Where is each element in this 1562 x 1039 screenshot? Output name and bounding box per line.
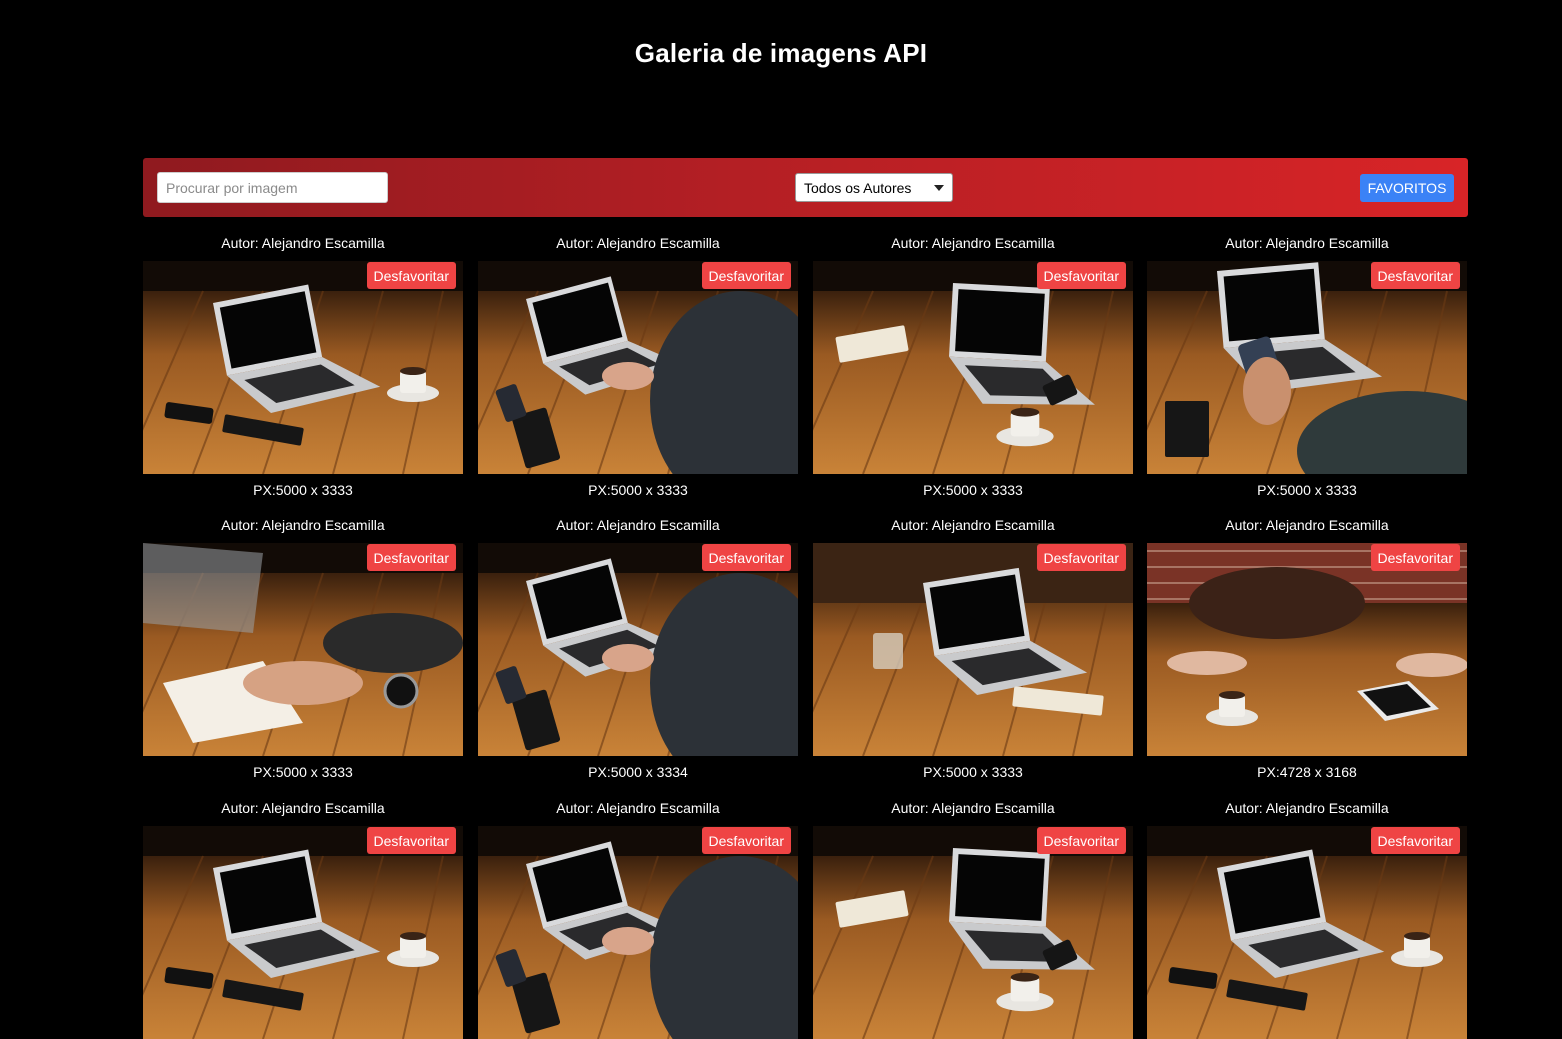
person-typing-on-laptop-photo	[478, 543, 798, 756]
hand-writing-notebook-photo	[143, 543, 463, 756]
gallery-image[interactable]: Desfavoritar	[1147, 261, 1467, 474]
card-author: Autor: Alejandro Escamilla	[221, 517, 385, 533]
filter-toolbar: Todos os Autores FAVORITOS	[143, 158, 1468, 217]
person-typing-on-laptop-photo	[478, 261, 798, 474]
favorites-button[interactable]: FAVORITOS	[1360, 174, 1454, 202]
image-dimensions: PX:5000 x 3333	[253, 764, 353, 780]
image-dimensions: PX:5000 x 3333	[253, 482, 353, 498]
image-dimensions: PX:5000 x 3333	[1257, 482, 1357, 498]
laptop-with-coffee-cup-photo	[813, 261, 1133, 474]
card-author: Autor: Alejandro Escamilla	[556, 517, 720, 533]
image-dimensions: PX:5000 x 3333	[923, 764, 1023, 780]
gallery-image[interactable]: Desfavoritar	[813, 543, 1133, 756]
unfavorite-button[interactable]: Desfavoritar	[366, 262, 456, 289]
image-dimensions: PX:4728 x 3168	[1257, 764, 1357, 780]
card-author: Autor: Alejandro Escamilla	[1225, 517, 1389, 533]
card-author: Autor: Alejandro Escamilla	[221, 235, 385, 251]
unfavorite-button[interactable]: Desfavoritar	[1370, 262, 1460, 289]
unfavorite-button[interactable]: Desfavoritar	[701, 262, 791, 289]
image-dimensions: PX:5000 x 3333	[923, 482, 1023, 498]
image-dimensions: PX:5000 x 3333	[588, 482, 688, 498]
unfavorite-button[interactable]: Desfavoritar	[1370, 827, 1460, 854]
unfavorite-button[interactable]: Desfavoritar	[366, 827, 456, 854]
unfavorite-button[interactable]: Desfavoritar	[701, 544, 791, 571]
image-dimensions: PX:5000 x 3334	[588, 764, 688, 780]
unfavorite-button[interactable]: Desfavoritar	[366, 544, 456, 571]
unfavorite-button[interactable]: Desfavoritar	[1036, 262, 1126, 289]
gallery-image[interactable]: Desfavoritar	[143, 543, 463, 756]
laptop-on-wooden-table-photo	[143, 826, 463, 1039]
card-author: Autor: Alejandro Escamilla	[891, 800, 1055, 816]
unfavorite-button[interactable]: Desfavoritar	[1036, 827, 1126, 854]
gallery-image[interactable]: Desfavoritar	[1147, 826, 1467, 1039]
hand-holding-phone-photo	[1147, 261, 1467, 474]
card-author: Autor: Alejandro Escamilla	[1225, 800, 1389, 816]
unfavorite-button[interactable]: Desfavoritar	[701, 827, 791, 854]
unfavorite-button[interactable]: Desfavoritar	[1370, 544, 1460, 571]
page-title: Galeria de imagens API	[634, 38, 928, 68]
card-author: Autor: Alejandro Escamilla	[891, 235, 1055, 251]
gallery-image[interactable]: Desfavoritar	[1147, 543, 1467, 756]
card-author: Autor: Alejandro Escamilla	[556, 800, 720, 816]
card-author: Autor: Alejandro Escamilla	[1225, 235, 1389, 251]
gallery-image[interactable]: Desfavoritar	[813, 261, 1133, 474]
author-filter-value: Todos os Autores	[804, 179, 912, 196]
gallery-image[interactable]: Desfavoritar	[813, 826, 1133, 1039]
gallery-image[interactable]: Desfavoritar	[478, 543, 798, 756]
search-input[interactable]	[157, 172, 388, 203]
author-filter-select[interactable]: Todos os Autores	[795, 173, 953, 202]
laptop-with-coffee-cup-photo	[813, 826, 1133, 1039]
unfavorite-button[interactable]: Desfavoritar	[1036, 544, 1126, 571]
card-author: Autor: Alejandro Escamilla	[556, 235, 720, 251]
person-typing-on-laptop-photo	[478, 826, 798, 1039]
laptop-with-glass-photo	[813, 543, 1133, 756]
card-author: Autor: Alejandro Escamilla	[221, 800, 385, 816]
gallery-image[interactable]: Desfavoritar	[143, 261, 463, 474]
laptop-on-wooden-table-photo	[143, 261, 463, 474]
table-with-bag-and-tablet-photo	[1147, 543, 1467, 756]
card-author: Autor: Alejandro Escamilla	[891, 517, 1055, 533]
gallery-image[interactable]: Desfavoritar	[143, 826, 463, 1039]
chevron-down-icon	[934, 184, 944, 191]
gallery-image[interactable]: Desfavoritar	[478, 826, 798, 1039]
laptop-on-wooden-table-photo	[1147, 826, 1467, 1039]
gallery-image[interactable]: Desfavoritar	[478, 261, 798, 474]
